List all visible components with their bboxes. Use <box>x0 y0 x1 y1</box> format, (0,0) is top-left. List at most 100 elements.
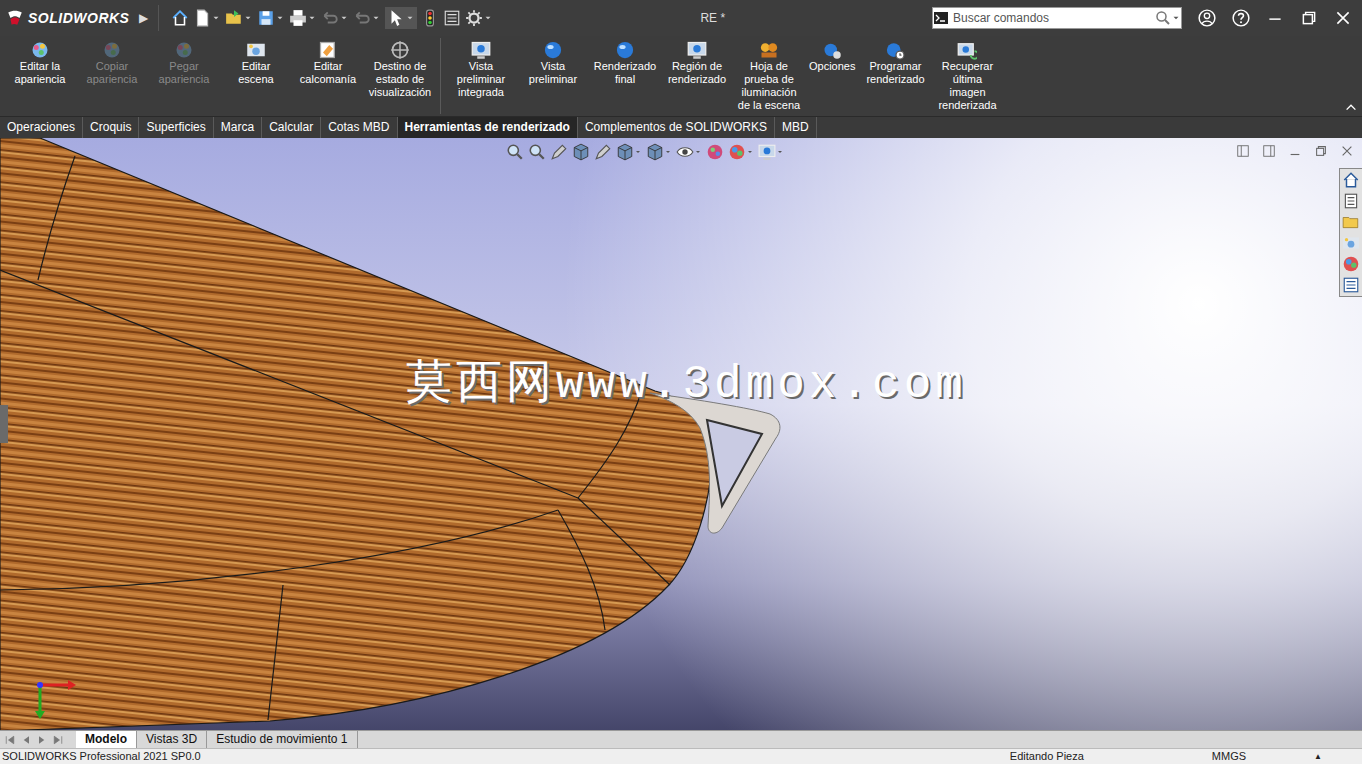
select-icon <box>387 9 405 27</box>
ribbon-command[interactable]: Vista preliminar <box>517 38 589 88</box>
viewport-restore-icon[interactable] <box>1314 144 1328 158</box>
side-panel-handle[interactable] <box>0 405 8 443</box>
ribbon-command[interactable]: Hoja de prueba de iluminación de la esce… <box>733 38 805 114</box>
app-logo[interactable]: SOLIDWORKS <box>6 8 129 29</box>
document-title-area: RE * <box>493 9 932 27</box>
graphics-area[interactable]: 莫西网www.3dmox.com <box>0 138 1362 730</box>
command-label: Editar calcomanía <box>296 60 360 86</box>
view-settings-button[interactable] <box>758 143 784 161</box>
zoom-to-fit-button[interactable] <box>506 143 524 161</box>
zoom-to-area-button[interactable] <box>528 143 546 161</box>
options-button[interactable] <box>465 9 493 27</box>
new-file-button[interactable] <box>193 9 221 27</box>
dropdown-caret-icon <box>746 148 754 156</box>
collapse-ribbon-icon[interactable] <box>1344 100 1358 114</box>
search-icon[interactable] <box>1155 10 1171 26</box>
ribbon-command[interactable]: Vista preliminar integrada <box>445 38 517 101</box>
command-tab[interactable]: MBD <box>775 117 817 138</box>
open-file-button[interactable] <box>225 9 253 27</box>
dynamic-annotation-button[interactable] <box>594 143 612 161</box>
ribbon-command[interactable]: Editar escena <box>220 38 292 88</box>
select-button[interactable] <box>385 7 417 29</box>
home-button[interactable] <box>171 9 189 27</box>
search-input[interactable] <box>949 9 1155 27</box>
solidworks-resources-icon[interactable] <box>1342 171 1360 189</box>
ribbon-command[interactable]: Región de renderizado <box>661 38 733 88</box>
command-label: Región de renderizado <box>665 60 729 86</box>
apply-scene-button[interactable] <box>728 143 754 161</box>
account-icon[interactable] <box>1198 9 1216 27</box>
command-icon <box>246 40 266 60</box>
close-icon[interactable] <box>1334 9 1352 27</box>
view-palette-icon[interactable] <box>1342 234 1360 252</box>
view-orientation-button[interactable] <box>616 143 642 161</box>
bottom-tab[interactable]: Vistas 3D <box>137 731 207 748</box>
ribbon-command[interactable]: Programar renderizado <box>859 38 931 88</box>
print-button[interactable] <box>289 9 317 27</box>
redo-button[interactable] <box>353 9 381 27</box>
command-icon <box>471 40 491 60</box>
dropdown-caret-icon <box>776 148 784 156</box>
custom-properties-icon[interactable] <box>1342 276 1360 294</box>
help-icon[interactable] <box>1232 9 1250 27</box>
command-icon <box>615 40 635 60</box>
command-tab[interactable]: Croquis <box>83 117 139 138</box>
rebuild-button[interactable] <box>421 9 439 27</box>
dropdown-caret-icon <box>211 13 221 23</box>
restore-icon[interactable] <box>1300 9 1318 27</box>
ribbon-command[interactable]: Destino de estado de visualización <box>364 38 436 101</box>
print-icon <box>289 9 307 27</box>
ribbon-command[interactable]: Renderizado final <box>589 38 661 88</box>
command-tab[interactable]: Herramientas de renderizado <box>398 117 578 138</box>
section-view-button[interactable] <box>572 143 590 161</box>
previous-tab-icon[interactable] <box>20 734 32 746</box>
search-options-caret-icon[interactable] <box>1171 13 1181 23</box>
dropdown-caret-icon <box>694 148 702 156</box>
document-title: RE * <box>700 11 725 25</box>
command-label: Destino de estado de visualización <box>368 60 432 99</box>
bottom-tab[interactable]: Modelo <box>76 731 137 748</box>
ribbon-command[interactable]: Opciones <box>805 38 859 75</box>
last-tab-icon[interactable] <box>52 734 64 746</box>
display-style-button[interactable] <box>646 143 672 161</box>
viewport-close-icon[interactable] <box>1340 144 1354 158</box>
ribbon-command[interactable]: Editar la apariencia <box>4 38 76 88</box>
unit-system-menu[interactable]: ▲ <box>1314 749 1322 764</box>
viewport-controls <box>1236 144 1354 158</box>
command-tab[interactable]: Complementos de SOLIDWORKS <box>578 117 775 138</box>
first-tab-icon[interactable] <box>4 734 16 746</box>
next-tab-icon[interactable] <box>36 734 48 746</box>
command-icon <box>957 40 977 60</box>
previous-view-button[interactable] <box>550 143 568 161</box>
logo-icon <box>6 9 24 27</box>
viewport-minimize-icon[interactable] <box>1288 144 1302 158</box>
design-library-icon[interactable] <box>1342 192 1360 210</box>
part-model[interactable] <box>0 138 1362 730</box>
tile-right-icon[interactable] <box>1262 144 1276 158</box>
ribbon-command[interactable]: Recuperar última imagen renderizada <box>931 38 1003 114</box>
appearances-scenes-icon[interactable] <box>1342 255 1360 273</box>
dropdown-caret-icon <box>275 13 285 23</box>
command-tab[interactable]: Marca <box>214 117 262 138</box>
bottom-tab[interactable]: Estudio de movimiento 1 <box>207 731 357 748</box>
file-explorer-icon[interactable] <box>1342 213 1360 231</box>
save-button[interactable] <box>257 9 285 27</box>
ribbon-command[interactable]: Editar calcomanía <box>292 38 364 88</box>
tile-left-icon[interactable] <box>1236 144 1250 158</box>
file-properties-button[interactable] <box>443 9 461 27</box>
menu-expand-arrow[interactable]: ▶ <box>133 9 154 27</box>
hide-show-items-button[interactable] <box>676 143 702 161</box>
command-tab[interactable]: Calcular <box>262 117 321 138</box>
command-tab[interactable]: Superficies <box>139 117 213 138</box>
undo-button[interactable] <box>321 9 349 27</box>
command-tab[interactable]: Operaciones <box>0 117 83 138</box>
view-orientation-icon <box>616 143 634 161</box>
command-label: Copiar apariencia <box>80 60 144 86</box>
command-icon <box>390 40 410 60</box>
save-icon <box>257 9 275 27</box>
unit-system[interactable]: MMGS <box>1212 749 1246 764</box>
command-ribbon: Editar la aparienciaCopiar aparienciaPeg… <box>0 36 1362 117</box>
minimize-icon[interactable] <box>1266 9 1284 27</box>
command-tab[interactable]: Cotas MBD <box>321 117 397 138</box>
edit-appearance-button[interactable] <box>706 143 724 161</box>
